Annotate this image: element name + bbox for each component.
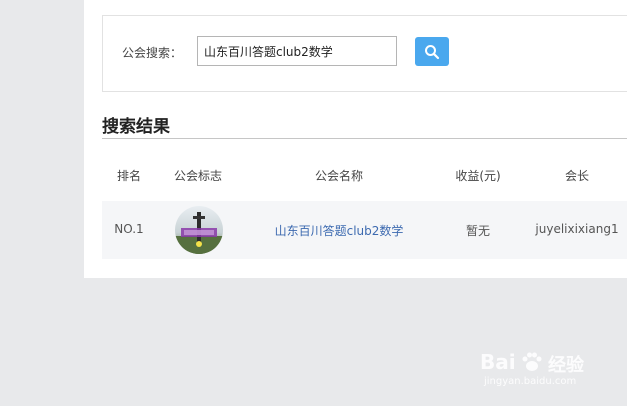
- guild-logo-photo: [175, 206, 223, 254]
- search-button[interactable]: [415, 37, 449, 66]
- watermark-brand-suffix: 经验: [548, 355, 584, 376]
- baidu-jingyan-watermark: Bai 经验 jingyan.baidu.com: [480, 348, 620, 394]
- content-panel: 公会搜索： 搜索结果 排名 公会标志 公会名称 收益(元) 会长 NO.1: [84, 0, 627, 278]
- column-header-leader: 会长: [564, 169, 590, 183]
- watermark-url: jingyan.baidu.com: [484, 376, 577, 387]
- search-box: 公会搜索：: [102, 15, 627, 92]
- column-header-income: 收益(元): [455, 169, 501, 183]
- row-income: 暂无: [465, 224, 491, 238]
- guild-logo[interactable]: [175, 206, 223, 254]
- search-icon: [425, 44, 440, 59]
- watermark-brand: Bai: [480, 350, 516, 374]
- column-header-rank: 排名: [116, 169, 142, 183]
- row-guild-name-link[interactable]: 山东百川答题club2数学: [275, 222, 404, 239]
- row-leader: juyelixixiang1: [535, 222, 619, 236]
- search-label: 公会搜索：: [122, 46, 183, 60]
- column-header-name: 公会名称: [314, 169, 364, 183]
- column-header-logo: 公会标志: [173, 169, 223, 183]
- search-input[interactable]: [197, 36, 397, 66]
- row-rank: NO.1: [114, 222, 144, 236]
- paw-icon: [522, 352, 542, 371]
- title-divider: [102, 138, 627, 139]
- results-title: 搜索结果: [102, 117, 170, 137]
